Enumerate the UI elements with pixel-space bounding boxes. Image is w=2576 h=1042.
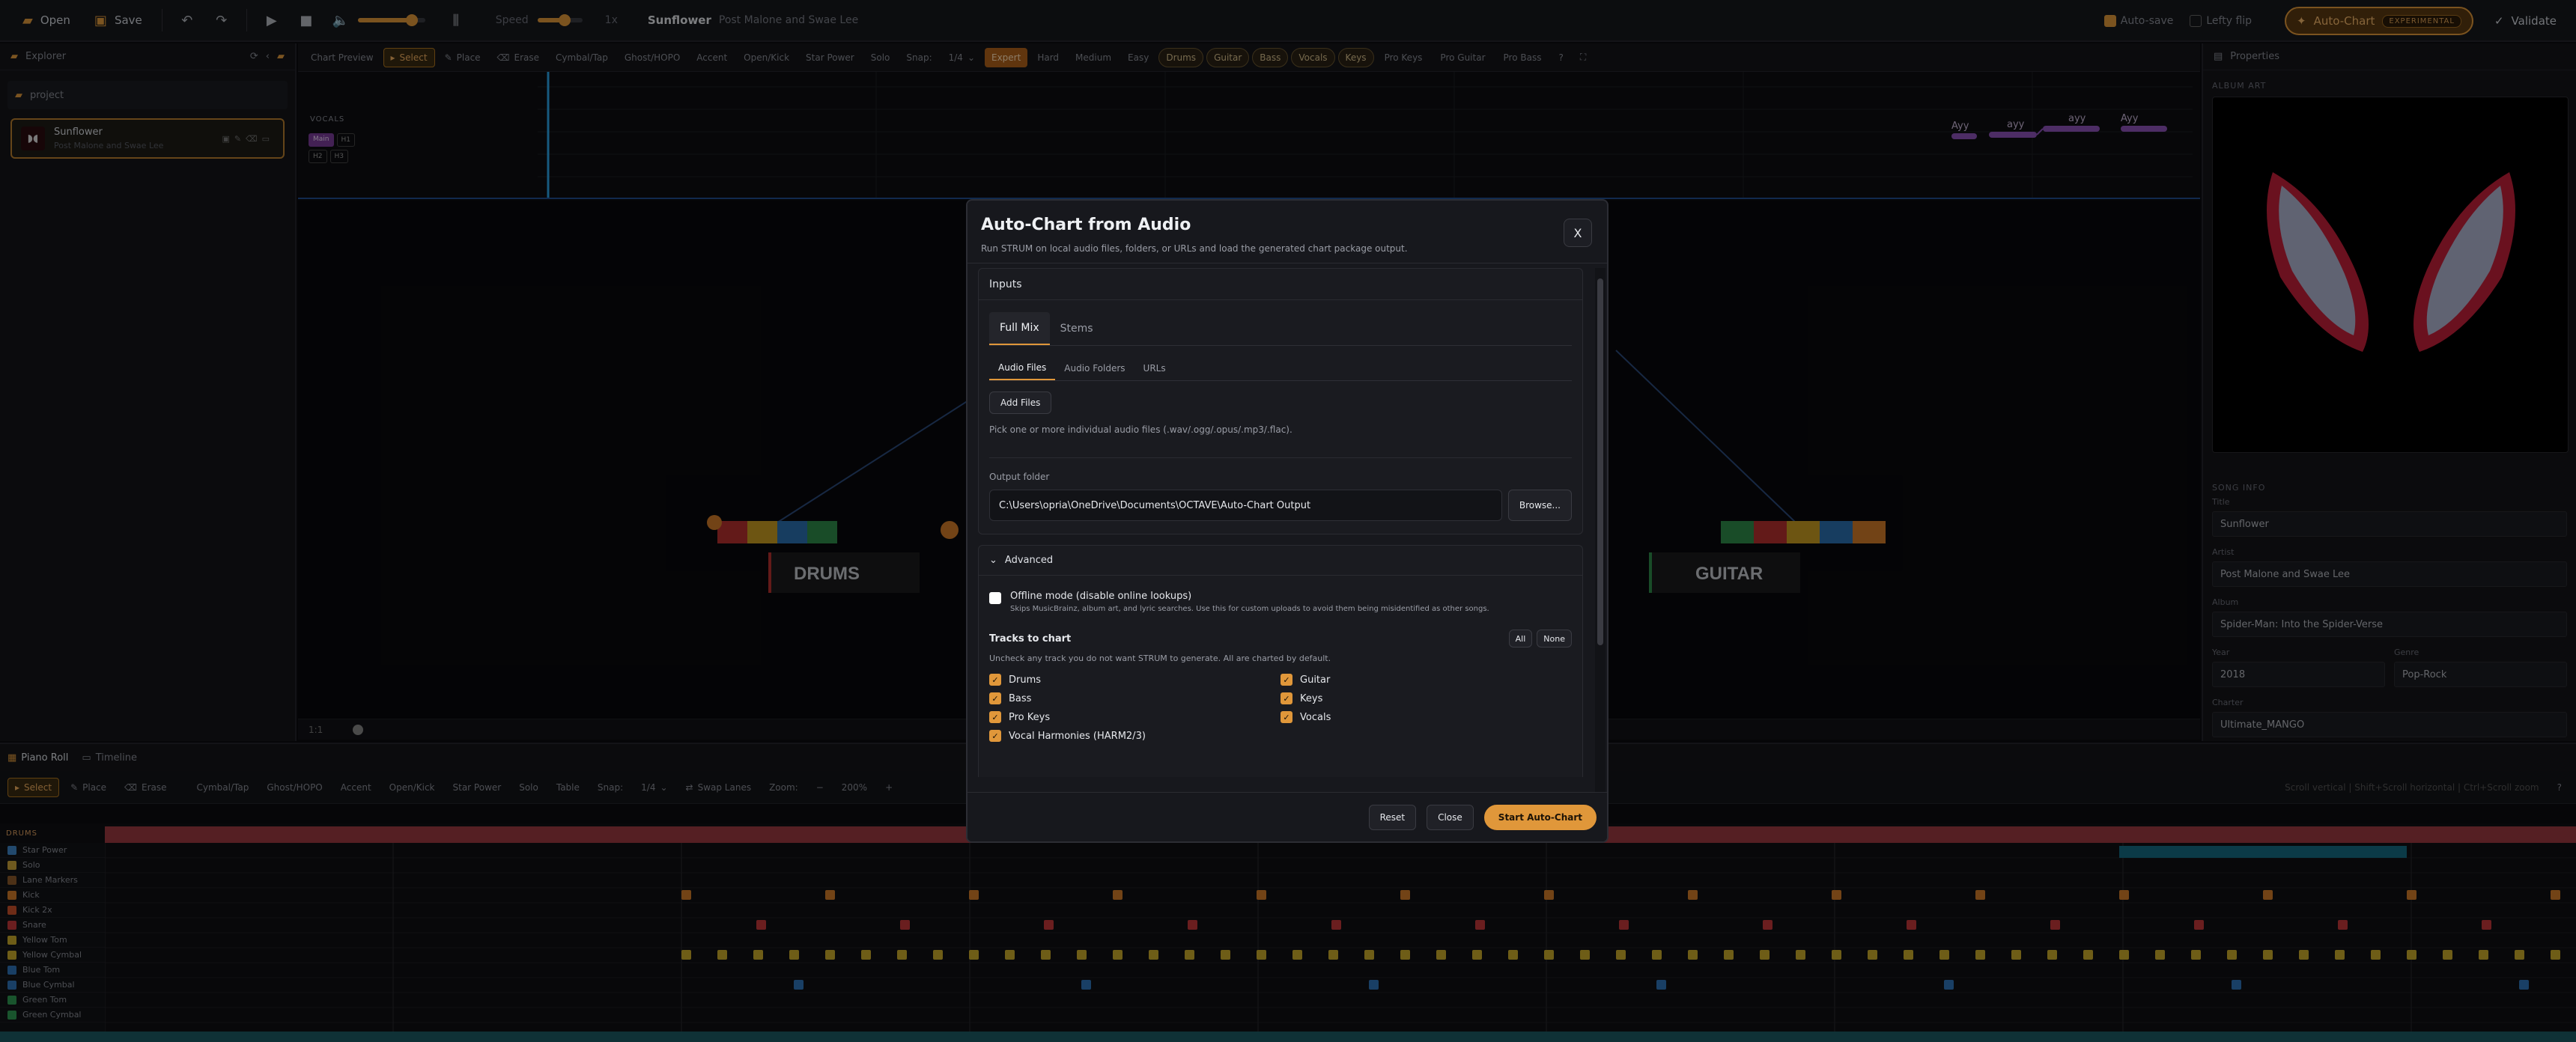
tracks-title: Tracks to chart: [989, 633, 1072, 645]
track-checkbox[interactable]: ✓: [1281, 674, 1292, 686]
track-checkbox[interactable]: ✓: [989, 692, 1001, 704]
select-none-button[interactable]: None: [1537, 630, 1572, 648]
track-vocals[interactable]: ✓ Vocals: [1281, 711, 1572, 723]
tracks-list: ✓ Drums ✓ Guitar ✓ Bass ✓ Keys ✓ Pro Keys ✓ Vo…: [989, 674, 1572, 742]
start-auto-chart-button[interactable]: Start Auto-Chart: [1483, 804, 1597, 830]
tab-audio-folders[interactable]: Audio Folders: [1055, 356, 1134, 380]
output-folder-input[interactable]: C:\Users\opria\OneDrive\Documents\OCTAVE…: [989, 490, 1502, 521]
output-folder-label: Output folder: [989, 472, 1050, 482]
dialog-header: Auto-Chart from Audio Run STRUM on local…: [967, 201, 1607, 263]
add-files-hint: Pick one or more individual audio files …: [989, 424, 1292, 435]
add-files-button[interactable]: Add Files: [989, 391, 1052, 414]
tab-audio-files[interactable]: Audio Files: [989, 356, 1056, 380]
reset-button[interactable]: Reset: [1368, 804, 1417, 830]
track-drums[interactable]: ✓ Drums: [989, 674, 1281, 686]
track-keys[interactable]: ✓ Keys: [1281, 692, 1572, 704]
offline-mode-checkbox[interactable]: [989, 592, 1001, 604]
track-pro-keys[interactable]: ✓ Pro Keys: [989, 711, 1281, 723]
offline-mode-desc: Skips MusicBrainz, album art, and lyric …: [1010, 605, 1489, 613]
scrollbar-thumb[interactable]: [1597, 278, 1603, 645]
tab-urls[interactable]: URLs: [1134, 356, 1175, 380]
track-vocal-harmonies[interactable]: ✓ Vocal Harmonies (HARM2/3): [989, 730, 1281, 742]
input-source-tabs: Audio Files Audio Folders URLs: [989, 356, 1572, 381]
divider: [989, 457, 1572, 458]
track-checkbox[interactable]: ✓: [989, 674, 1001, 686]
track-bass[interactable]: ✓ Bass: [989, 692, 1281, 704]
close-button[interactable]: Close: [1427, 804, 1474, 830]
chevron-down-icon: ⌄: [989, 555, 997, 566]
select-all-button[interactable]: All: [1508, 630, 1533, 648]
track-checkbox[interactable]: ✓: [989, 711, 1001, 723]
auto-chart-dialog: Auto-Chart from Audio Run STRUM on local…: [966, 199, 1609, 843]
dialog-title: Auto-Chart from Audio: [981, 216, 1191, 234]
browse-button[interactable]: Browse...: [1507, 490, 1572, 521]
dialog-scrollbar[interactable]: [1595, 268, 1606, 792]
input-mode-tabs: Full Mix Stems: [989, 312, 1572, 346]
advanced-section: ⌄ Advanced Offline mode (disable online l…: [978, 545, 1583, 777]
tracks-desc: Uncheck any track you do not want STRUM …: [989, 653, 1331, 663]
inputs-title: Inputs: [979, 269, 1582, 300]
inputs-section: Inputs Full Mix Stems Audio Files Audio …: [978, 268, 1583, 534]
track-checkbox[interactable]: ✓: [989, 730, 1001, 742]
dialog-body: Inputs Full Mix Stems Audio Files Audio …: [978, 268, 1583, 777]
advanced-toggle[interactable]: ⌄ Advanced: [979, 546, 1582, 576]
dialog-footer: Reset Close Start Auto-Chart: [967, 792, 1607, 841]
track-checkbox[interactable]: ✓: [1281, 692, 1292, 704]
dialog-subtitle: Run STRUM on local audio files, folders,…: [981, 243, 1408, 254]
close-icon[interactable]: X: [1564, 219, 1592, 247]
tab-stems[interactable]: Stems: [1050, 312, 1104, 345]
track-checkbox[interactable]: ✓: [1281, 711, 1292, 723]
offline-mode-label: Offline mode (disable online lookups): [1010, 591, 1192, 602]
track-guitar[interactable]: ✓ Guitar: [1281, 674, 1572, 686]
tab-full-mix[interactable]: Full Mix: [989, 312, 1050, 345]
